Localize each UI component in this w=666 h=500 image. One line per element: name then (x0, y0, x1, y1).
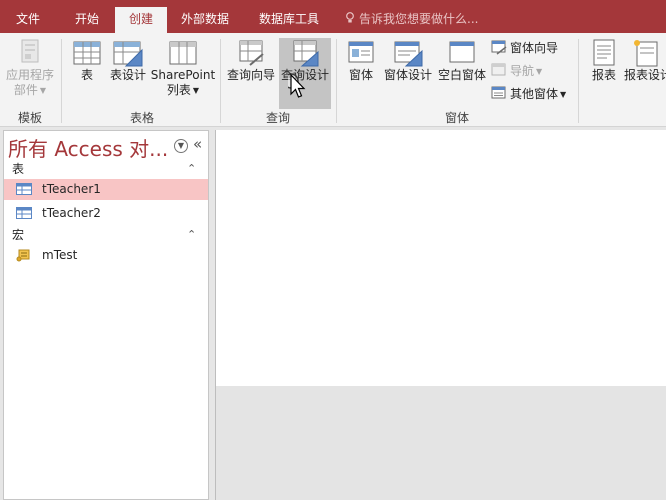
tab-database-tools[interactable]: 数据库工具 (250, 0, 328, 33)
table-icon (73, 41, 101, 65)
tab-home[interactable]: 开始 (62, 0, 112, 33)
nav-group-macros[interactable]: 宏 ⌃ (4, 225, 208, 245)
navigation-button[interactable]: 导航 ▼ (491, 61, 542, 81)
form-wizard-icon (491, 40, 507, 55)
form-icon (348, 41, 374, 63)
form-button[interactable]: 窗体 (342, 38, 380, 83)
more-forms-label: 其他窗体 (510, 87, 559, 101)
group-label-queries: 查询 (265, 111, 290, 125)
more-forms-icon (491, 86, 506, 99)
nav-item-macro[interactable]: mTest (4, 245, 208, 266)
report-label: 报表 (591, 68, 616, 82)
query-wizard-icon (239, 40, 264, 66)
nav-group-label: 宏 (12, 228, 25, 242)
form-wizard-button[interactable]: 窗体向导 (491, 38, 558, 58)
blank-form-icon (449, 41, 475, 63)
ribbon: 应用程序 部件 ▼ 模板 表 表设计 SharePoint 列表 ▼ 表格 查询… (0, 33, 666, 127)
collapse-pane-icon[interactable]: « (193, 135, 202, 153)
navigation-pane-title[interactable]: 所有 Access 对... (8, 133, 168, 162)
application-parts-icon (21, 39, 39, 63)
application-parts-label-2: 部件 ▼ (13, 83, 47, 97)
table-design-button[interactable]: 表设计 (108, 38, 148, 83)
tab-file[interactable]: 文件 (4, 0, 52, 33)
mouse-cursor-icon (288, 73, 306, 98)
sharepoint-label-1: SharePoint (150, 68, 216, 82)
report-button[interactable]: 报表 (587, 38, 621, 83)
table-design-icon (113, 41, 143, 67)
nav-item-table[interactable]: tTeacher2 (4, 203, 208, 224)
group-separator (61, 39, 62, 123)
group-label-tables: 表格 (129, 111, 154, 125)
report-design-button[interactable]: 报表设计 (624, 38, 666, 83)
document-canvas (216, 130, 666, 386)
document-work-area (215, 130, 666, 500)
collapse-group-icon[interactable]: ⌃ (187, 159, 196, 179)
sharepoint-list-icon (169, 41, 197, 65)
nav-item-label: mTest (42, 248, 78, 262)
lightbulb-icon (346, 12, 354, 23)
query-wizard-label: 查询向导 (226, 68, 275, 82)
table-design-label: 表设计 (109, 68, 146, 82)
more-forms-button[interactable]: 其他窗体 ▼ (491, 84, 566, 104)
collapse-group-icon[interactable]: ⌃ (187, 225, 196, 245)
group-label-templates: 模板 (17, 111, 42, 125)
report-icon (593, 39, 615, 66)
macro-scroll-icon (16, 249, 30, 262)
form-label: 窗体 (348, 68, 373, 82)
tab-create[interactable]: 创建 (115, 7, 167, 33)
nav-item-label: tTeacher1 (42, 182, 101, 196)
group-separator (336, 39, 337, 123)
nav-group-tables[interactable]: 表 ⌃ (4, 159, 208, 179)
nav-item-table[interactable]: tTeacher1 (4, 179, 208, 200)
blank-form-label: 空白窗体 (437, 68, 486, 82)
report-design-icon (634, 40, 658, 67)
group-separator (578, 39, 579, 123)
query-design-icon (293, 40, 319, 67)
query-wizard-button[interactable]: 查询向导 (224, 38, 278, 83)
table-label: 表 (80, 68, 93, 82)
sharepoint-label-2: 列表 ▼ (166, 83, 200, 97)
navigation-label: 导航 (510, 64, 535, 78)
sharepoint-lists-button[interactable]: SharePoint 列表 ▼ (150, 38, 216, 98)
blank-form-button[interactable]: 空白窗体 (436, 38, 488, 83)
form-design-button[interactable]: 窗体设计 (382, 38, 434, 83)
table-icon (16, 207, 32, 219)
tell-me-box[interactable]: 告诉我您想要做什么... (345, 0, 478, 33)
form-design-label: 窗体设计 (383, 68, 432, 82)
group-label-forms: 窗体 (444, 111, 469, 125)
navigation-pane: 所有 Access 对... ▼ « 表 ⌃ tTeacher1 tTeache… (3, 130, 209, 500)
nav-item-label: tTeacher2 (42, 206, 101, 220)
report-design-label: 报表设计 (624, 68, 666, 82)
navigation-form-icon (491, 63, 506, 76)
application-parts-button[interactable]: 应用程序 部件 ▼ (2, 38, 58, 98)
tell-me-text: 告诉我您想要做什么... (359, 12, 479, 26)
ribbon-tab-bar: 文件 开始 创建 外部数据 数据库工具 告诉我您想要做什么... (0, 0, 666, 33)
form-wizard-label: 窗体向导 (510, 41, 559, 55)
chevron-down-icon[interactable]: ▼ (174, 139, 188, 153)
table-button[interactable]: 表 (68, 38, 106, 83)
nav-group-label: 表 (12, 162, 25, 176)
form-design-icon (394, 41, 423, 67)
table-icon (16, 183, 32, 195)
tab-external-data[interactable]: 外部数据 (172, 0, 238, 33)
application-parts-label-1: 应用程序 (5, 68, 54, 82)
